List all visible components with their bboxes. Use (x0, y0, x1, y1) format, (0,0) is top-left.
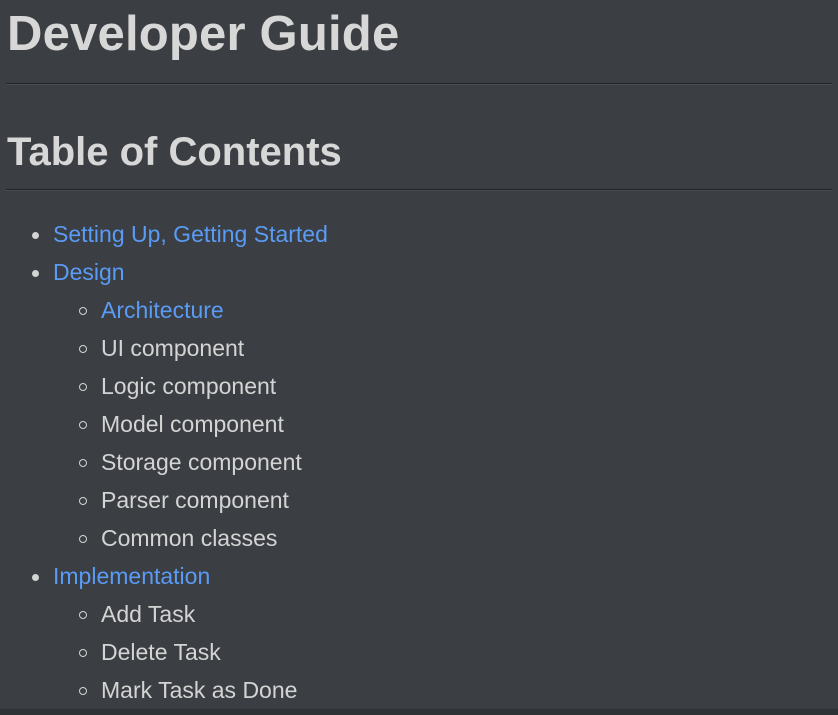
bullet-disc-icon (32, 232, 39, 239)
toc-item-storage-component: Storage component (0, 443, 838, 481)
toc-item-mark-task-done: Mark Task as Done (0, 671, 838, 709)
toc-item-model-component: Model component (0, 405, 838, 443)
page-title: Developer Guide (7, 7, 400, 61)
bullet-circle-icon (79, 687, 87, 695)
toc-link-architecture[interactable]: Architecture (101, 297, 224, 323)
bullet-circle-icon (79, 497, 87, 505)
toc-link-design[interactable]: Design (53, 259, 125, 285)
bullet-circle-icon (79, 535, 87, 543)
bullet-disc-icon (32, 574, 39, 581)
toc-item-add-task: Add Task (0, 595, 838, 633)
toc-text-delete-task: Delete Task (101, 639, 221, 665)
bullet-circle-icon (79, 383, 87, 391)
toc-text-storage-component: Storage component (101, 449, 302, 475)
table-of-contents: Setting Up, Getting Started Design Archi… (0, 215, 838, 709)
bullet-disc-icon (32, 270, 39, 277)
toc-text-mark-task-done: Mark Task as Done (101, 677, 298, 703)
toc-item-delete-task: Delete Task (0, 633, 838, 671)
toc-text-parser-component: Parser component (101, 487, 289, 513)
toc-text-model-component: Model component (101, 411, 284, 437)
toc-text-ui-component: UI component (101, 335, 245, 361)
bullet-circle-icon (79, 345, 87, 353)
toc-text-common-classes: Common classes (101, 525, 278, 551)
bullet-circle-icon (79, 421, 87, 429)
toc-item-design: Design (0, 253, 838, 291)
toc-item-implementation: Implementation (0, 557, 838, 595)
toc-heading: Table of Contents (7, 130, 342, 174)
document-page: Developer Guide Table of Contents Settin… (0, 0, 838, 715)
title-divider (6, 83, 832, 85)
toc-divider (6, 189, 832, 191)
bullet-circle-icon (79, 649, 87, 657)
toc-item-architecture: Architecture (0, 291, 838, 329)
toc-text-logic-component: Logic component (101, 373, 277, 399)
toc-link-implementation[interactable]: Implementation (53, 563, 210, 589)
bullet-circle-icon (79, 307, 87, 315)
bottom-edge (0, 709, 838, 715)
toc-item-logic-component: Logic component (0, 367, 838, 405)
bullet-circle-icon (79, 459, 87, 467)
toc-item-ui-component: UI component (0, 329, 838, 367)
toc-item-setting-up: Setting Up, Getting Started (0, 215, 838, 253)
toc-item-common-classes: Common classes (0, 519, 838, 557)
bullet-circle-icon (79, 611, 87, 619)
toc-link-setting-up[interactable]: Setting Up, Getting Started (53, 221, 328, 247)
toc-text-add-task: Add Task (101, 601, 196, 627)
toc-item-parser-component: Parser component (0, 481, 838, 519)
